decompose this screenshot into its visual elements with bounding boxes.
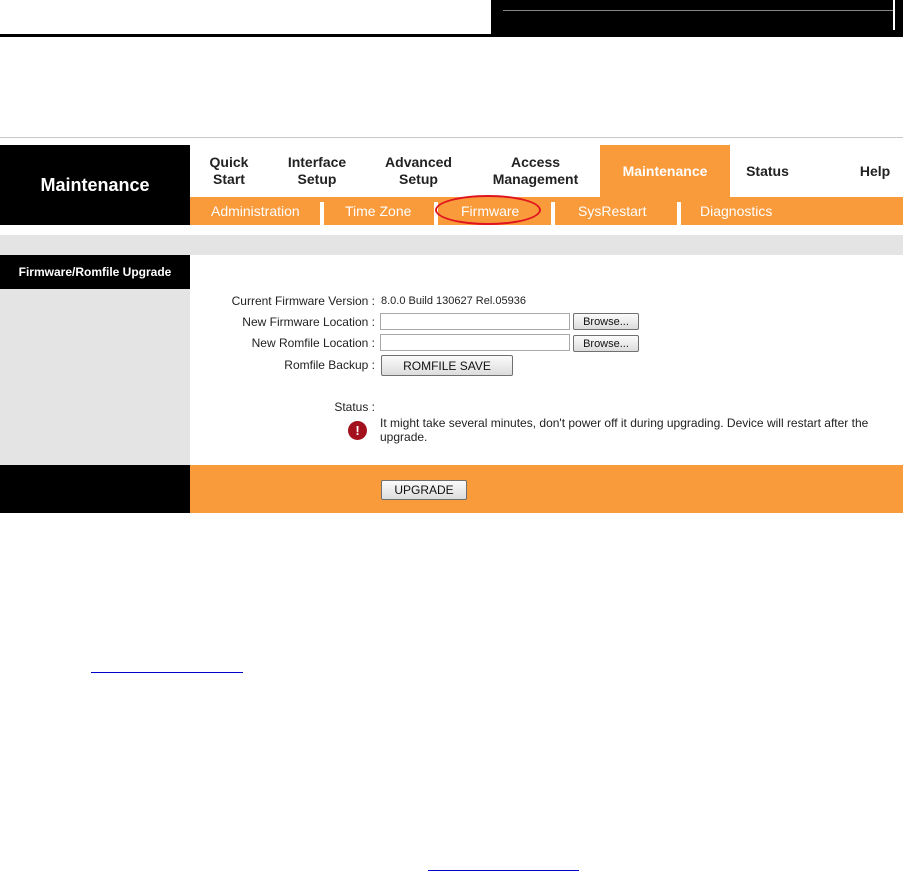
upgrade-button[interactable]: UPGRADE — [381, 480, 467, 500]
document-header-divider — [893, 0, 895, 30]
subtab-administration[interactable]: Administration — [211, 197, 300, 225]
status-message: It might take several minutes, don't pow… — [380, 416, 869, 444]
new-romfile-location-input[interactable] — [380, 334, 570, 351]
romfile-browse-button[interactable]: Browse... — [573, 335, 639, 352]
subnav-bar: Administration Time Zone Firmware SysRes… — [190, 197, 903, 225]
tab-status[interactable]: Status — [730, 145, 805, 197]
tab-advanced-setup[interactable]: Advanced Setup — [366, 145, 471, 197]
tab-access-management[interactable]: Access Management — [471, 145, 600, 197]
document-link-underline[interactable] — [428, 870, 579, 871]
section-title: Firmware/Romfile Upgrade — [0, 255, 190, 289]
divider — [0, 137, 903, 138]
new-firmware-location-input[interactable] — [380, 313, 570, 330]
current-firmware-version-label: Current Firmware Version : — [231, 294, 375, 308]
firmware-highlight-ellipse — [435, 195, 541, 225]
subtab-sysrestart[interactable]: SysRestart — [578, 197, 646, 225]
status-label: Status : — [334, 400, 375, 414]
footer-left-block — [0, 465, 190, 513]
document-header-line — [503, 10, 893, 11]
nav-page-title: Maintenance — [0, 145, 190, 225]
document-header-rule — [0, 34, 491, 37]
document-link-underline[interactable] — [91, 672, 243, 673]
new-firmware-location-label: New Firmware Location : — [242, 315, 375, 329]
warning-exclamation-icon: ! — [348, 421, 367, 440]
subtab-separator — [677, 202, 681, 225]
subtab-time-zone[interactable]: Time Zone — [345, 197, 411, 225]
romfile-save-button[interactable]: ROMFILE SAVE — [381, 355, 513, 376]
tab-help[interactable]: Help — [845, 145, 905, 197]
separator-strip — [0, 235, 903, 255]
subtab-separator — [320, 202, 324, 225]
router-admin-screenshot: Maintenance Quick Start Interface Setup … — [0, 137, 903, 514]
document-header-bar — [491, 0, 903, 37]
tab-maintenance[interactable]: Maintenance — [600, 145, 730, 197]
subtab-separator — [551, 202, 555, 225]
tab-interface-setup[interactable]: Interface Setup — [268, 145, 366, 197]
current-firmware-version-value: 8.0.0 Build 130627 Rel.05936 — [381, 295, 526, 307]
firmware-browse-button[interactable]: Browse... — [573, 313, 639, 330]
new-romfile-location-label: New Romfile Location : — [251, 336, 375, 350]
tab-quick-start[interactable]: Quick Start — [190, 145, 268, 197]
subtab-diagnostics[interactable]: Diagnostics — [700, 197, 772, 225]
romfile-backup-label: Romfile Backup : — [284, 358, 375, 372]
footer-action-bar — [190, 465, 903, 513]
